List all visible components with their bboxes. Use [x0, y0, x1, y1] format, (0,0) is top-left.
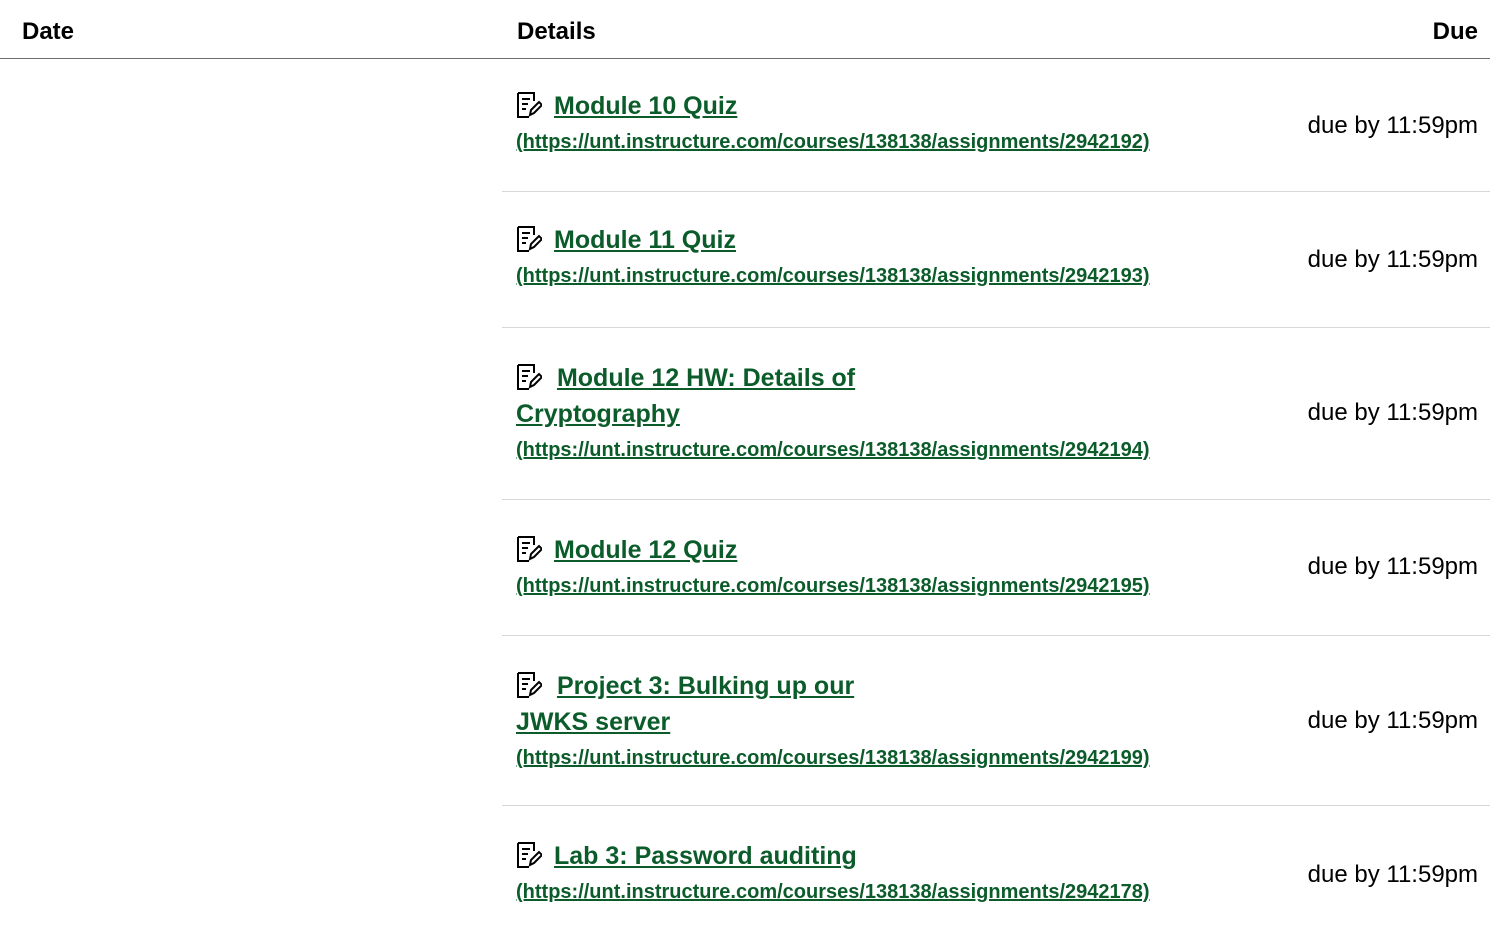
assignment-icon	[516, 226, 544, 252]
assignment-icon	[516, 536, 544, 562]
due-time: due by 11:59pm	[1307, 112, 1478, 139]
assignment-title-link[interactable]: Module 11 Quiz	[550, 226, 736, 254]
due-column-header: Due	[1432, 18, 1478, 45]
assignment-title-link[interactable]: Module 12 HW: Details of Cryptography	[516, 364, 855, 428]
assignment-details: Lab 3: Password auditing (https://unt.in…	[516, 838, 1336, 910]
due-time: due by 11:59pm	[1307, 246, 1478, 273]
assignment-title-link[interactable]: Module 10 Quiz	[550, 92, 737, 120]
table-row: Module 12 Quiz (https://unt.instructure.…	[502, 500, 1490, 636]
table-header: Date Details Due	[0, 0, 1490, 59]
assignment-icon	[516, 672, 544, 698]
assignment-details: Module 10 Quiz (https://unt.instructure.…	[516, 88, 1336, 160]
due-time: due by 11:59pm	[1307, 553, 1478, 580]
assignment-url-link[interactable]: (https://unt.instructure.com/courses/138…	[516, 881, 1150, 903]
assignment-details: Module 12 HW: Details of Cryptography (h…	[516, 360, 1336, 468]
assignment-url-link[interactable]: (https://unt.instructure.com/courses/138…	[516, 131, 1150, 153]
date-column-header: Date	[22, 18, 75, 45]
assignment-details: Module 12 Quiz (https://unt.instructure.…	[516, 532, 1336, 604]
assignment-details: Project 3: Bulking up our JWKS server (h…	[516, 668, 1336, 776]
table-row: Lab 3: Password auditing (https://unt.in…	[502, 806, 1490, 934]
assignment-url-link[interactable]: (https://unt.instructure.com/courses/138…	[516, 575, 1150, 597]
due-time: due by 11:59pm	[1307, 399, 1478, 426]
assignment-title-link[interactable]: Lab 3: Password auditing	[550, 842, 857, 870]
assignment-url-link[interactable]: (https://unt.instructure.com/courses/138…	[516, 747, 1150, 769]
details-column-header: Details	[517, 18, 596, 45]
table-row: Module 12 HW: Details of Cryptography (h…	[502, 328, 1490, 500]
table-row: Module 10 Quiz (https://unt.instructure.…	[502, 58, 1490, 192]
table-row: Project 3: Bulking up our JWKS server (h…	[502, 636, 1490, 806]
due-time: due by 11:59pm	[1307, 861, 1478, 888]
assignment-icon	[516, 364, 544, 390]
due-time: due by 11:59pm	[1307, 707, 1478, 734]
assignment-icon	[516, 92, 544, 118]
table-row: Module 11 Quiz (https://unt.instructure.…	[502, 192, 1490, 328]
assignment-title-link[interactable]: Project 3: Bulking up our JWKS server	[516, 672, 854, 736]
assignment-title-link[interactable]: Module 12 Quiz	[550, 536, 737, 564]
assignment-url-link[interactable]: (https://unt.instructure.com/courses/138…	[516, 265, 1150, 287]
assignment-icon	[516, 842, 544, 868]
assignment-url-link[interactable]: (https://unt.instructure.com/courses/138…	[516, 439, 1150, 461]
assignment-details: Module 11 Quiz (https://unt.instructure.…	[516, 222, 1336, 294]
